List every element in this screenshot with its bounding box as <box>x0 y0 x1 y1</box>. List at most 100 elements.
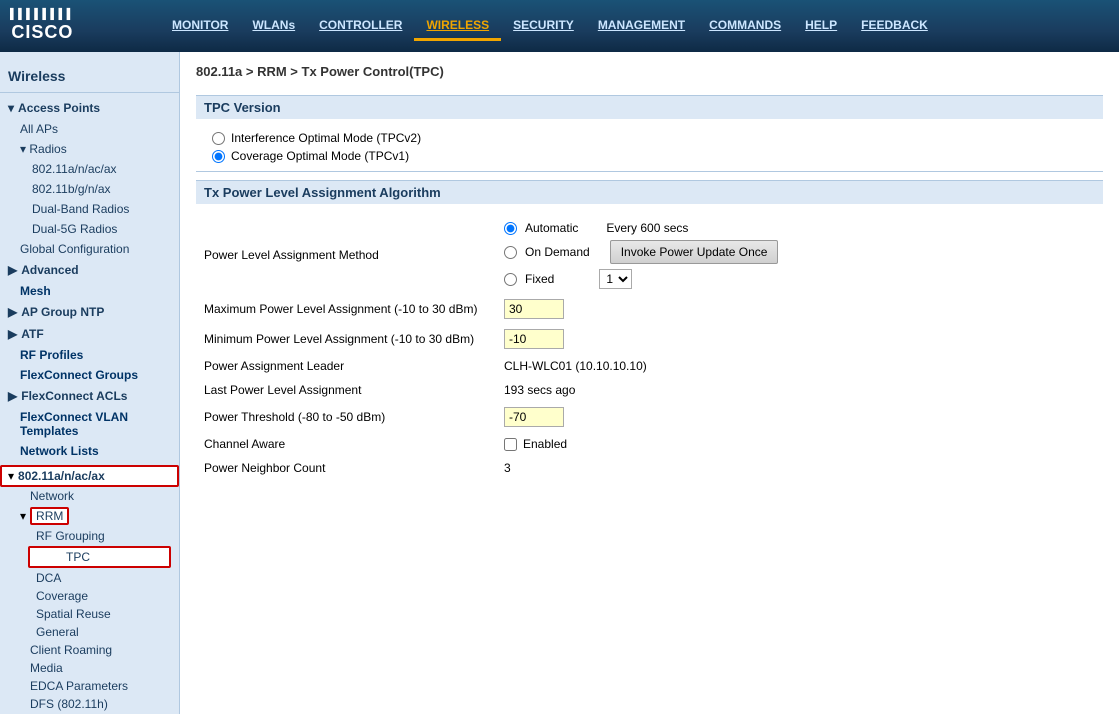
power-threshold-label: Power Threshold (-80 to -50 dBm) <box>196 402 496 432</box>
tx-power-header: Tx Power Level Assignment Algorithm <box>196 180 1103 204</box>
sidebar-flexconnect-acls[interactable]: ▶ FlexConnect ACLs <box>0 385 179 407</box>
tpc-v1-option[interactable]: Coverage Optimal Mode (TPCv1) <box>212 149 1087 163</box>
invoke-power-update-button[interactable]: Invoke Power Update Once <box>610 240 779 264</box>
sidebar-dfs[interactable]: DFS (802.11h) <box>0 695 179 713</box>
tpc-version-header: TPC Version <box>196 95 1103 119</box>
min-power-label: Minimum Power Level Assignment (-10 to 3… <box>196 324 496 354</box>
fixed-dropdown[interactable]: 1234 5678 <box>599 269 632 289</box>
sidebar-coverage[interactable]: Coverage <box>0 587 179 605</box>
sidebar-flexconnect-groups[interactable]: FlexConnect Groups <box>0 365 179 385</box>
sidebar-client-roaming[interactable]: Client Roaming <box>0 641 179 659</box>
sidebar-dual-5g[interactable]: Dual-5G Radios <box>0 219 179 239</box>
nav-wlans[interactable]: WLANs <box>240 12 307 41</box>
sidebar-rf-grouping[interactable]: RF Grouping <box>0 527 179 545</box>
nav-commands[interactable]: COMMANDS <box>697 12 793 41</box>
table-row-min-power: Minimum Power Level Assignment (-10 to 3… <box>196 324 1103 354</box>
table-row-last-assignment: Last Power Level Assignment 193 secs ago <box>196 378 1103 402</box>
sidebar-ap-group-ntp[interactable]: ▶ AP Group NTP <box>0 301 179 323</box>
main-nav: MONITOR WLANs CONTROLLER WIRELESS SECURI… <box>160 12 1109 41</box>
sidebar-rrm-label[interactable]: RRM <box>30 507 69 525</box>
sidebar-advanced-label: Advanced <box>21 263 78 277</box>
sidebar-radios[interactable]: ▾ Radios <box>0 139 179 159</box>
nav-monitor[interactable]: MONITOR <box>160 12 240 41</box>
sidebar-80211a-active-group[interactable]: ▾ 802.11a/n/ac/ax <box>0 465 179 487</box>
triangle-down-icon: ▾ <box>8 469 14 483</box>
sidebar: Wireless ▾ Access Points All APs ▾ Radio… <box>0 52 180 714</box>
nav-management[interactable]: MANAGEMENT <box>586 12 697 41</box>
sidebar-dual-band[interactable]: Dual-Band Radios <box>0 199 179 219</box>
divider1 <box>196 171 1103 172</box>
table-row-power-threshold: Power Threshold (-80 to -50 dBm) <box>196 402 1103 432</box>
content-area: 802.11a > RRM > Tx Power Control(TPC) TP… <box>180 52 1119 714</box>
channel-aware-checkbox[interactable] <box>504 438 517 451</box>
sidebar-rf-profiles[interactable]: RF Profiles <box>0 345 179 365</box>
main-layout: Wireless ▾ Access Points All APs ▾ Radio… <box>0 52 1119 714</box>
max-power-label: Maximum Power Level Assignment (-10 to 3… <box>196 294 496 324</box>
power-threshold-input[interactable] <box>504 407 564 427</box>
triangle-icon: ▾ <box>8 101 14 115</box>
sidebar-80211b[interactable]: 802.11b/g/n/ax <box>0 179 179 199</box>
cisco-bars-icon: ▌▌▌▌▌▌▌▌ <box>10 9 75 20</box>
sidebar-global-config[interactable]: Global Configuration <box>0 239 179 259</box>
sidebar-title: Wireless <box>0 60 179 93</box>
sidebar-tpc[interactable]: TPC <box>28 546 171 568</box>
sidebar-access-points-label: Access Points <box>18 101 100 115</box>
sidebar-dca[interactable]: DCA <box>0 569 179 587</box>
triangle-right-icon4: ▶ <box>8 389 17 403</box>
tpc-version-options: Interference Optimal Mode (TPCv2) Covera… <box>212 131 1087 163</box>
sidebar-item-advanced[interactable]: ▶ Advanced <box>0 259 179 281</box>
neighbor-count-value: 3 <box>496 456 1103 480</box>
option-fixed: Fixed 1234 5678 <box>504 269 1095 289</box>
tpcv1-label: Coverage Optimal Mode (TPCv1) <box>231 149 409 163</box>
sidebar-atf[interactable]: ▶ ATF <box>0 323 179 345</box>
nav-help[interactable]: HELP <box>793 12 849 41</box>
tpcv2-label: Interference Optimal Mode (TPCv2) <box>231 131 421 145</box>
option-automatic: Automatic Every 600 secs <box>504 221 1095 235</box>
power-leader-label: Power Assignment Leader <box>196 354 496 378</box>
sidebar-general[interactable]: General <box>0 623 179 641</box>
top-nav-bar: ▌▌▌▌▌▌▌▌ CISCO MONITOR WLANs CONTROLLER … <box>0 0 1119 52</box>
channel-aware-checkbox-row: Enabled <box>504 437 1095 451</box>
sidebar-all-aps[interactable]: All APs <box>0 119 179 139</box>
sidebar-atf-label: ATF <box>21 327 43 341</box>
breadcrumb: 802.11a > RRM > Tx Power Control(TPC) <box>196 64 1103 79</box>
sidebar-edca[interactable]: EDCA Parameters <box>0 677 179 695</box>
channel-aware-value: Enabled <box>496 432 1103 456</box>
nav-wireless[interactable]: WIRELESS <box>414 12 501 41</box>
max-power-value <box>496 294 1103 324</box>
sidebar-spatial-reuse[interactable]: Spatial Reuse <box>0 605 179 623</box>
channel-aware-enabled-label: Enabled <box>523 437 567 451</box>
sidebar-network-lists[interactable]: Network Lists <box>0 441 179 461</box>
triangle-right-icon2: ▶ <box>8 305 17 319</box>
sidebar-mesh[interactable]: Mesh <box>0 281 179 301</box>
sidebar-ap-group-ntp-label: AP Group NTP <box>21 305 104 319</box>
table-row-power-leader: Power Assignment Leader CLH-WLC01 (10.10… <box>196 354 1103 378</box>
sidebar-item-access-points[interactable]: ▾ Access Points <box>0 97 179 119</box>
auto-radio[interactable] <box>504 222 517 235</box>
max-power-input[interactable] <box>504 299 564 319</box>
sidebar-rrm[interactable]: ▾ RRM <box>0 505 179 527</box>
neighbor-count-label: Power Neighbor Count <box>196 456 496 480</box>
min-power-input[interactable] <box>504 329 564 349</box>
logo-area: ▌▌▌▌▌▌▌▌ CISCO <box>10 9 140 43</box>
sidebar-80211a-active-label: 802.11a/n/ac/ax <box>18 469 105 483</box>
table-row-assignment-method: Power Level Assignment Method Automatic … <box>196 216 1103 294</box>
tpc-v2-option[interactable]: Interference Optimal Mode (TPCv2) <box>212 131 1087 145</box>
ondemand-radio[interactable] <box>504 246 517 259</box>
nav-feedback[interactable]: FEEDBACK <box>849 12 940 41</box>
cisco-logo: CISCO <box>11 22 73 43</box>
nav-controller[interactable]: CONTROLLER <box>307 12 414 41</box>
option-on-demand: On Demand Invoke Power Update Once <box>504 240 1095 264</box>
sidebar-flexconnect-vlan[interactable]: FlexConnect VLAN Templates <box>0 407 179 441</box>
fixed-radio[interactable] <box>504 273 517 286</box>
sidebar-flexconnect-acls-label: FlexConnect ACLs <box>21 389 127 403</box>
triangle-right-icon: ▶ <box>8 263 17 277</box>
auto-interval: Every 600 secs <box>606 221 688 235</box>
sidebar-network[interactable]: Network <box>0 487 179 505</box>
nav-security[interactable]: SECURITY <box>501 12 586 41</box>
tpcv2-radio[interactable] <box>212 132 225 145</box>
sidebar-80211a[interactable]: 802.11a/n/ac/ax <box>0 159 179 179</box>
last-assignment-value: 193 secs ago <box>496 378 1103 402</box>
sidebar-media[interactable]: Media <box>0 659 179 677</box>
tpcv1-radio[interactable] <box>212 150 225 163</box>
